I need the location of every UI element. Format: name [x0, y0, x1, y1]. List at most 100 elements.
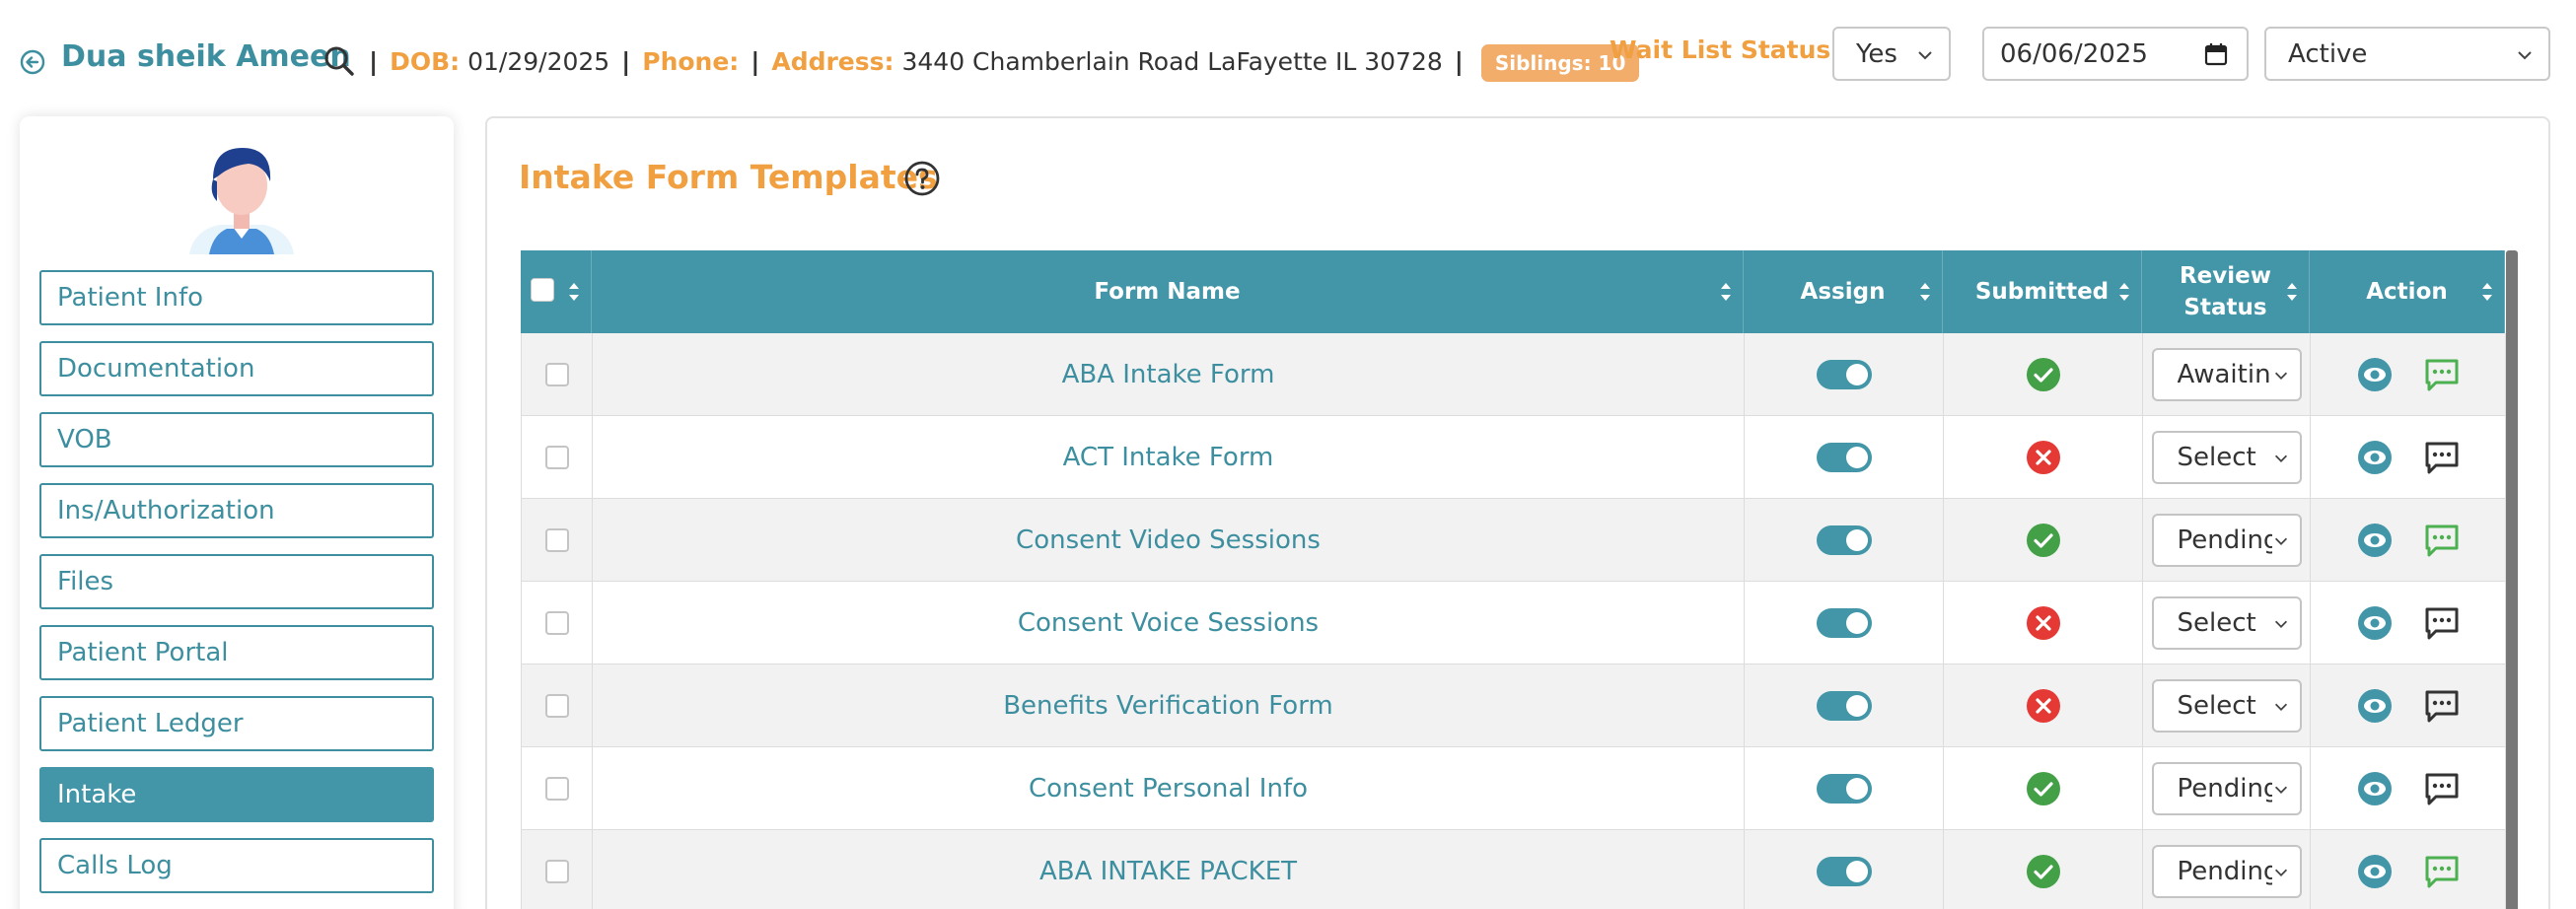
sidebar-item-ins-authorization[interactable]: Ins/Authorization: [39, 483, 434, 538]
sidebar-item-documentation[interactable]: Documentation: [39, 341, 434, 396]
assign-toggle[interactable]: [1816, 691, 1872, 721]
sidebar-item-patient-ledger[interactable]: Patient Ledger: [39, 696, 434, 751]
review-status-cell: Select: [2143, 582, 2311, 664]
review-status-select[interactable]: Pending: [2151, 514, 2302, 567]
search-icon[interactable]: [322, 43, 357, 79]
chevron-down-icon: [2274, 537, 2287, 545]
review-status-select[interactable]: Awaiting: [2151, 348, 2302, 401]
row-checkbox[interactable]: [544, 777, 569, 801]
x-circle-icon: [2026, 441, 2060, 474]
form-name-link[interactable]: Benefits Verification Form: [1003, 691, 1333, 721]
eye-icon[interactable]: [2355, 852, 2395, 891]
wait-list-status-value: Yes: [1856, 38, 1897, 69]
sort-icon[interactable]: [1918, 279, 1932, 305]
review-status-select[interactable]: Pending: [2151, 845, 2302, 898]
column-submitted[interactable]: Submitted: [1943, 250, 2142, 333]
chevron-down-icon: [2274, 454, 2287, 462]
column-review-status[interactable]: Review Status: [2142, 250, 2310, 333]
sort-icon[interactable]: [1719, 279, 1733, 305]
form-name-link[interactable]: Consent Personal Info: [1029, 774, 1308, 804]
eye-icon[interactable]: [2355, 438, 2395, 477]
review-status-cell: Select: [2143, 664, 2311, 747]
assign-toggle[interactable]: [1816, 360, 1872, 389]
eye-icon[interactable]: [2355, 603, 2395, 643]
comment-icon[interactable]: [2422, 521, 2462, 560]
sort-icon[interactable]: [2285, 279, 2299, 305]
eye-icon[interactable]: [2355, 521, 2395, 560]
column-action[interactable]: Action: [2310, 250, 2505, 333]
table-row: Consent Personal Info Pending: [521, 747, 2506, 830]
date-input[interactable]: 06/06/2025: [1982, 27, 2249, 81]
assign-toggle[interactable]: [1816, 774, 1872, 804]
calendar-icon[interactable]: [2203, 41, 2229, 67]
row-checkbox[interactable]: [544, 860, 569, 883]
comment-icon[interactable]: [2422, 355, 2462, 394]
column-label: Action: [2366, 278, 2448, 305]
help-circle-icon[interactable]: [903, 160, 941, 197]
review-status-select[interactable]: Select: [2151, 679, 2302, 733]
sidebar-item-intake[interactable]: Intake: [39, 767, 434, 822]
comment-icon[interactable]: [2422, 603, 2462, 643]
page-title: Intake Form Templates: [519, 158, 938, 196]
patient-name: Dua sheik Ameen: [61, 39, 351, 74]
form-name-cell: Consent Video Sessions: [593, 499, 1745, 582]
sidebar-item-label: Patient Portal: [57, 638, 229, 667]
submitted-cell: [1944, 416, 2143, 499]
eye-icon[interactable]: [2355, 769, 2395, 808]
row-checkbox[interactable]: [544, 446, 569, 469]
chevron-down-icon: [1918, 51, 1932, 60]
x-circle-icon: [2026, 606, 2060, 640]
row-select-cell: [522, 664, 593, 747]
assign-cell: [1745, 333, 1944, 416]
action-cell: [2311, 416, 2506, 499]
select-all-checkbox[interactable]: [531, 278, 554, 302]
table-scrollbar[interactable]: [2506, 250, 2518, 909]
form-name-link[interactable]: ABA INTAKE PACKET: [1039, 857, 1297, 886]
address-value: 3440 Chamberlain Road LaFayette IL 30728: [901, 47, 1443, 76]
comment-icon[interactable]: [2422, 769, 2462, 808]
review-status-select[interactable]: Select: [2151, 431, 2302, 484]
chevron-down-icon: [2274, 869, 2287, 876]
assign-toggle[interactable]: [1816, 608, 1872, 638]
submitted-cell: [1944, 747, 2143, 830]
form-name-link[interactable]: ACT Intake Form: [1063, 443, 1274, 472]
column-form-name[interactable]: Form Name: [592, 250, 1744, 333]
patient-status-select[interactable]: Active: [2264, 27, 2550, 81]
comment-icon[interactable]: [2422, 852, 2462, 891]
eye-icon[interactable]: [2355, 355, 2395, 394]
assign-toggle[interactable]: [1816, 525, 1872, 555]
form-name-link[interactable]: ABA Intake Form: [1062, 360, 1275, 389]
sidebar-item-files[interactable]: Files: [39, 554, 434, 609]
row-checkbox[interactable]: [544, 694, 569, 718]
form-name-cell: ABA Intake Form: [593, 333, 1745, 416]
submitted-cell: [1944, 333, 2143, 416]
column-assign[interactable]: Assign: [1744, 250, 1943, 333]
sidebar-item-patient-info[interactable]: Patient Info: [39, 270, 434, 325]
back-circle-icon[interactable]: [20, 49, 45, 75]
action-cell: [2311, 333, 2506, 416]
form-name-link[interactable]: Consent Video Sessions: [1016, 525, 1321, 555]
row-checkbox[interactable]: [544, 611, 569, 635]
form-name-link[interactable]: Consent Voice Sessions: [1018, 608, 1319, 638]
sidebar-item-calls-log[interactable]: Calls Log: [39, 838, 434, 893]
sort-icon[interactable]: [2117, 279, 2131, 305]
review-status-select[interactable]: Select: [2151, 596, 2302, 650]
sidebar-item-patient-portal[interactable]: Patient Portal: [39, 625, 434, 680]
row-select-cell: [522, 582, 593, 664]
sort-icon[interactable]: [2480, 279, 2494, 305]
assign-toggle[interactable]: [1816, 857, 1872, 886]
comment-icon[interactable]: [2422, 686, 2462, 726]
assign-toggle[interactable]: [1816, 443, 1872, 472]
row-select-cell: [522, 416, 593, 499]
comment-icon[interactable]: [2422, 438, 2462, 477]
eye-icon[interactable]: [2355, 686, 2395, 726]
chevron-down-icon: [2518, 51, 2532, 60]
sidebar-item-vob[interactable]: VOB: [39, 412, 434, 467]
wait-list-status-select[interactable]: Yes: [1832, 27, 1951, 81]
row-checkbox[interactable]: [544, 528, 569, 552]
sort-icon[interactable]: [567, 279, 581, 305]
dob-label: DOB:: [390, 47, 461, 76]
review-status-cell: Pending: [2143, 499, 2311, 582]
row-checkbox[interactable]: [544, 363, 569, 386]
review-status-select[interactable]: Pending: [2151, 762, 2302, 815]
